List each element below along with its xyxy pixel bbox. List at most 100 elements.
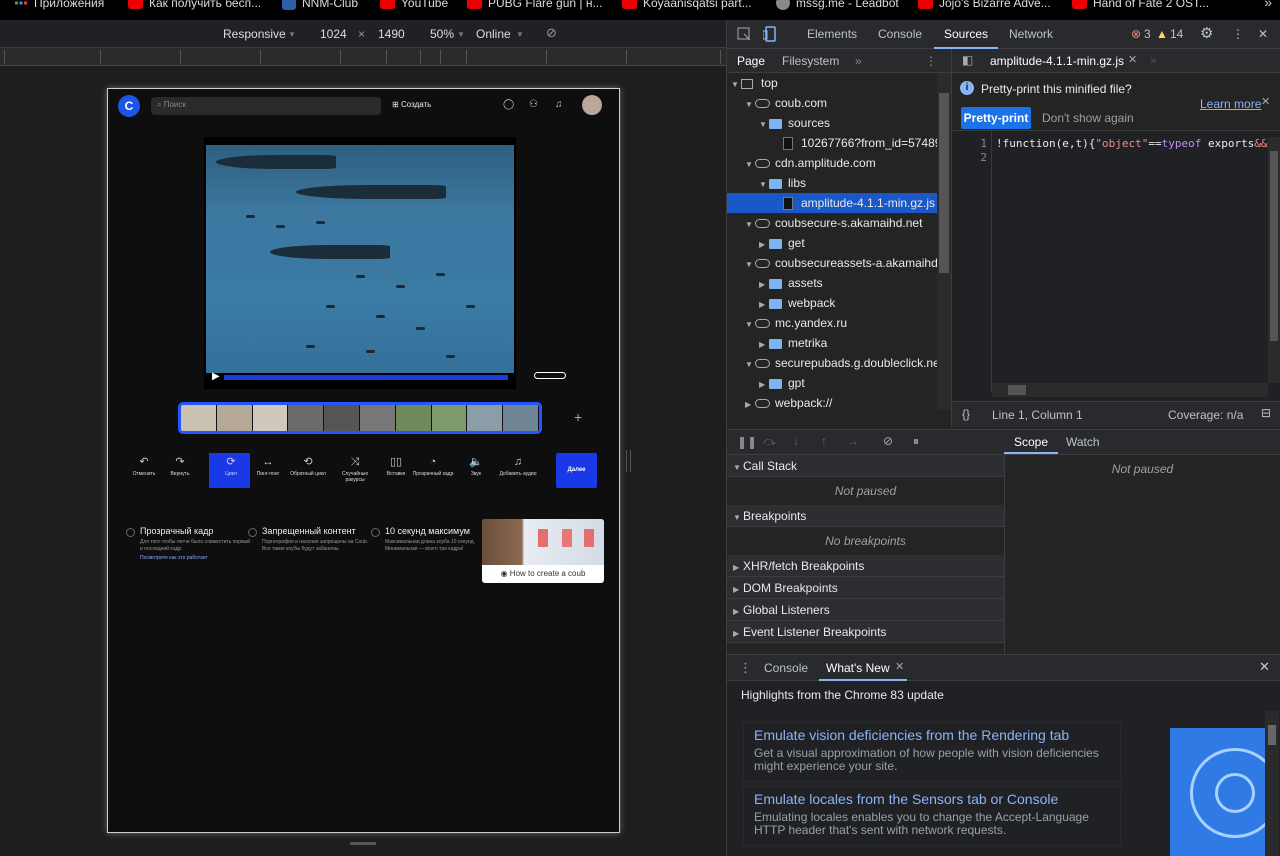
chat-icon[interactable]: ◯ — [503, 99, 515, 111]
deactivate-breakpoints-icon[interactable]: ⊘ — [883, 434, 893, 448]
tree-node[interactable]: ▶ get — [727, 233, 951, 253]
resize-handle-right[interactable] — [626, 450, 631, 472]
play-icon[interactable]: ▶ — [212, 371, 220, 382]
tree-arrow-icon[interactable]: ▶ — [759, 375, 769, 393]
bookmark-youtube-4[interactable]: Koyaanisqatsi part... — [622, 0, 752, 11]
dont-show-again-button[interactable]: Don't show again — [1042, 111, 1134, 125]
bookmarks-more-button[interactable]: » — [1264, 0, 1272, 10]
tool-8[interactable]: 🔈 Звук — [454, 455, 498, 477]
coub-logo[interactable]: C — [118, 95, 140, 117]
width-input[interactable]: 1024 — [320, 27, 347, 41]
tree-node[interactable]: ▼ securepubads.g.doubleclick.net — [727, 353, 951, 373]
device-toolbar-icon[interactable] — [763, 26, 777, 42]
tool-3[interactable]: ↔ Пинг-понг — [246, 455, 290, 477]
news-title[interactable]: Emulate vision deficiencies from the Ren… — [754, 727, 1120, 743]
tree-node[interactable]: ▶ gpt — [727, 373, 951, 393]
tool-4[interactable]: ⟲ Обратный цикл — [286, 455, 330, 477]
coverage-toggle-icon[interactable]: ⊟ — [1261, 406, 1271, 420]
tree-arrow-icon[interactable]: ▼ — [745, 215, 755, 233]
create-button[interactable]: ⊞ Создать — [392, 100, 431, 109]
close-drawer-icon[interactable]: ✕ — [1259, 659, 1270, 675]
tree-node[interactable]: ▼ sources — [727, 113, 951, 133]
tree-arrow-icon[interactable]: ▶ — [745, 395, 755, 409]
news-item[interactable]: Emulate locales from the Sensors tab or … — [743, 786, 1121, 846]
inspect-icon[interactable] — [737, 27, 751, 41]
tree-arrow-icon[interactable]: ▶ — [759, 335, 769, 353]
more-tabs-icon[interactable]: » — [1150, 53, 1157, 67]
bookmark-youtube-6[interactable]: Hand of Fate 2 OST... — [1072, 0, 1209, 11]
tree-node[interactable]: ▶ webpack — [727, 293, 951, 313]
tree-arrow-icon[interactable]: ▶ — [759, 235, 769, 253]
tree-node[interactable]: ▼ top — [727, 73, 951, 93]
kebab-menu-icon[interactable]: ⋮ — [1232, 27, 1244, 41]
video-progress-bar[interactable] — [224, 375, 508, 380]
zoom-select[interactable]: 50% — [430, 27, 454, 41]
toggle-navigator-icon[interactable]: ◧ — [962, 53, 973, 67]
tab-sources[interactable]: Sources — [933, 27, 999, 49]
tree-node[interactable]: amplitude-4.1.1-min.gz.js — [727, 193, 951, 213]
tool-7[interactable]: ◔ Прозрачный кадр — [411, 455, 455, 477]
rotate-icon[interactable]: ⊘ — [546, 25, 557, 41]
tree-node[interactable]: ▶ metrika — [727, 333, 951, 353]
error-count[interactable]: 3 — [1144, 27, 1151, 41]
tree-node[interactable]: ▼ libs — [727, 173, 951, 193]
tree-node[interactable]: ▼ cdn.amplitude.com — [727, 153, 951, 173]
pretty-print-button[interactable]: Pretty-print — [961, 107, 1031, 129]
close-icon[interactable]: ✕ — [1261, 95, 1270, 108]
tree-arrow-icon[interactable]: ▼ — [745, 355, 755, 373]
next-button[interactable]: Далее — [556, 453, 597, 488]
tree-arrow-icon[interactable]: ▼ — [745, 315, 755, 333]
tool-9[interactable]: ♫ Добавить аудио — [496, 455, 540, 477]
learn-more-link[interactable]: Learn more — [1200, 97, 1261, 111]
tab-whats-new[interactable]: What's New — [826, 661, 890, 675]
pause-icon[interactable]: ❚❚ — [737, 435, 757, 449]
video-progress-handle[interactable] — [534, 372, 566, 379]
kebab-menu-icon[interactable]: ⋮ — [925, 54, 937, 68]
tree-arrow-icon[interactable]: ▶ — [759, 275, 769, 293]
tab-watch[interactable]: Watch — [1066, 435, 1100, 449]
bookmark-mssg[interactable]: mssg.me - Leadbot — [776, 0, 899, 11]
height-input[interactable]: 1490 — [378, 27, 405, 41]
tab-elements[interactable]: Elements — [807, 27, 857, 41]
code-line[interactable]: !function(e,t){"object"==typeof exports&… — [996, 137, 1268, 151]
tree-arrow-icon[interactable]: ▼ — [731, 75, 741, 93]
timeline-filmstrip[interactable] — [178, 402, 542, 434]
avatar[interactable] — [582, 95, 602, 115]
search-input[interactable]: ⌕ Поиск — [151, 97, 381, 115]
tree-node[interactable]: ▼ coub.com — [727, 93, 951, 113]
tool-5[interactable]: ⤨ Случайные ракурсы — [333, 455, 377, 483]
bookmark-youtube-1[interactable]: Как получить бесп... — [128, 0, 261, 11]
tree-node[interactable]: ▼ coubsecureassets-a.akamaihd. — [727, 253, 951, 273]
editor-tab-file[interactable]: amplitude-4.1.1-min.gz.js — [990, 54, 1124, 68]
tab-page[interactable]: Page — [737, 54, 765, 68]
warning-icon[interactable]: ▲ — [1156, 27, 1168, 41]
tree-node[interactable]: ▶ assets — [727, 273, 951, 293]
section-global-listeners[interactable]: ▶ Global Listeners — [727, 599, 1004, 621]
tool-1[interactable]: ↷ Вернуть — [158, 455, 202, 477]
error-icon[interactable]: ⊗ — [1131, 27, 1141, 41]
close-icon[interactable]: ✕ — [895, 660, 904, 673]
news-item[interactable]: Emulate vision deficiencies from the Ren… — [743, 722, 1121, 782]
section-call-stack[interactable]: ▼ Call Stack — [727, 455, 1004, 477]
tree-arrow-icon[interactable]: ▼ — [745, 95, 755, 113]
section-xhr-breakpoints[interactable]: ▶ XHR/fetch Breakpoints — [727, 555, 1004, 577]
more-tabs-icon[interactable]: » — [855, 54, 862, 68]
tip-link[interactable]: Посмотрите как это работает — [140, 555, 250, 561]
tree-scrollbar[interactable] — [937, 73, 951, 409]
section-dom-breakpoints[interactable]: ▶ DOM Breakpoints — [727, 577, 1004, 599]
bookmark-nnm[interactable]: NNM-Club — [282, 0, 358, 11]
bell-icon[interactable]: ♫ — [555, 99, 567, 111]
kebab-menu-icon[interactable]: ⋮ — [739, 660, 752, 676]
tab-drawer-console[interactable]: Console — [764, 661, 808, 675]
tree-node[interactable]: ▼ mc.yandex.ru — [727, 313, 951, 333]
tab-scope[interactable]: Scope — [1014, 435, 1048, 449]
pause-on-exceptions-icon[interactable]: ⏸ — [913, 434, 919, 449]
whats-new-scrollbar[interactable] — [1265, 711, 1279, 856]
step-icon[interactable]: → — [847, 434, 859, 448]
resize-handle-bottom[interactable] — [350, 842, 376, 845]
video-player[interactable]: ▶ — [204, 137, 566, 389]
tree-arrow-icon[interactable]: ▼ — [759, 175, 769, 193]
bookmark-youtube-2[interactable]: YouTube — [380, 0, 448, 11]
step-over-icon[interactable]: ⤼ — [763, 434, 776, 449]
tree-node[interactable]: ▼ coubsecure-s.akamaihd.net — [727, 213, 951, 233]
